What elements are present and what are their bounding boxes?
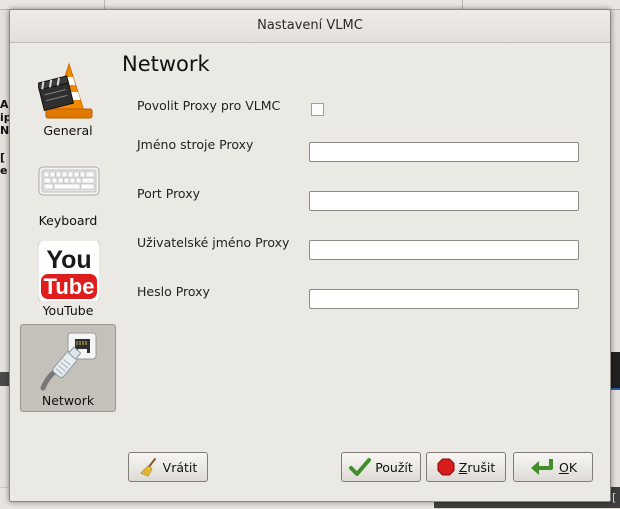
proxy-enable-label: Povolit Proxy pro VLMC (137, 98, 281, 113)
proxy-enable-checkbox[interactable] (311, 103, 324, 116)
cancel-button-label: Zrušit (458, 459, 496, 475)
sidebar-item-general[interactable]: General (20, 54, 116, 142)
sidebar-item-network[interactable]: Network (20, 324, 116, 412)
dialog-titlebar[interactable]: Nastavení VLMC (10, 10, 610, 43)
apply-button-label: Použít (375, 459, 413, 475)
proxy-user-label: Uživatelské jméno Proxy (137, 235, 290, 250)
background-text-fragment: [ (0, 151, 6, 164)
broom-icon (139, 458, 156, 477)
page-title: Network (122, 52, 210, 76)
revert-button[interactable]: Vrátit (128, 452, 208, 482)
proxy-port-field[interactable] (309, 191, 579, 211)
keyboard-icon (38, 166, 100, 196)
revert-button-label: Vrátit (162, 459, 198, 475)
column-divider (104, 0, 105, 9)
sidebar-item-label: Network (41, 393, 95, 408)
proxy-user-field[interactable] (309, 240, 579, 260)
background-text-fragment: A (0, 98, 9, 111)
enter-arrow-icon (530, 459, 553, 475)
proxy-host-field[interactable] (309, 142, 579, 162)
sidebar-item-keyboard[interactable]: Keyboard (20, 144, 116, 232)
sidebar-item-label: General (43, 123, 93, 138)
network-cable-icon (40, 332, 97, 391)
sidebar-item-youtube[interactable]: You Tube YouTube (20, 234, 116, 322)
apply-button[interactable]: Použít (341, 452, 421, 482)
column-divider (462, 0, 463, 9)
checkmark-icon (349, 458, 372, 476)
sidebar-item-label: Keyboard (38, 213, 98, 228)
cancel-button[interactable]: Zrušit (426, 452, 506, 482)
vlc-cone-icon (38, 62, 93, 119)
ok-button[interactable]: OK (513, 452, 593, 482)
settings-sidebar: General Keyboard You Tube YouTube Networ… (10, 42, 120, 422)
youtube-icon: You Tube (38, 241, 100, 301)
youtube-logo-text: Tube (44, 274, 95, 299)
proxy-host-label: Jméno stroje Proxy (137, 137, 254, 152)
dialog-title: Nastavení VLMC (257, 18, 363, 33)
background-text-fragment: e (0, 164, 8, 177)
ok-button-label: OK (558, 459, 578, 475)
youtube-logo-text: You (46, 246, 91, 274)
sidebar-item-label: YouTube (42, 303, 94, 318)
preferences-dialog: Nastavení VLMC General Keyboard You Tube… (9, 9, 611, 502)
background-scrollbar-fragment (0, 372, 9, 386)
proxy-password-field[interactable] (309, 289, 579, 309)
background-text-fragment: N (0, 124, 10, 137)
proxy-password-label: Heslo Proxy (137, 284, 210, 299)
stop-icon (437, 458, 455, 476)
proxy-port-label: Port Proxy (137, 186, 200, 201)
